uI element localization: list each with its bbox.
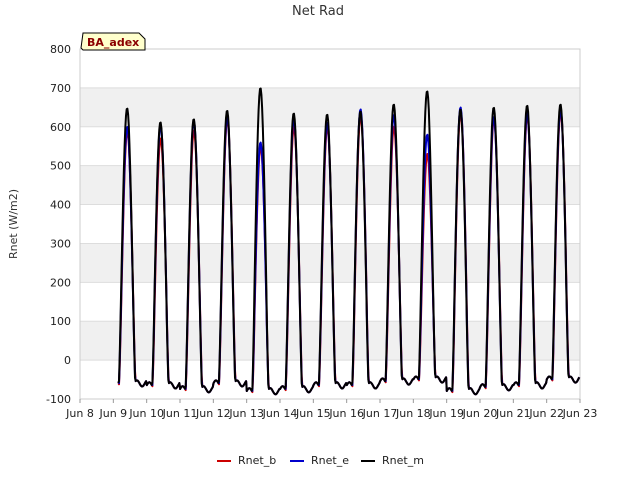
x-tick-label: Jun 21: [495, 407, 531, 420]
x-tick-label: Jun 19: [428, 407, 464, 420]
x-tick-label: Jun 13: [228, 407, 264, 420]
legend-label-rnet-m: Rnet_m: [382, 454, 424, 467]
x-tick-label: Jun 22: [528, 407, 564, 420]
y-tick-label: 500: [50, 160, 71, 173]
y-tick-label: 200: [50, 276, 71, 289]
x-tick-label: Jun 17: [362, 407, 398, 420]
dataset-badge: BA_adex: [80, 32, 146, 51]
legend-item-rnet-e: Rnet_e: [290, 454, 349, 467]
chart-title: Net Rad: [292, 4, 344, 19]
x-tick-label: Jun 9: [98, 407, 127, 420]
y-tick-label: 400: [50, 199, 71, 212]
x-tick-label: Jun 16: [328, 407, 364, 420]
x-tick-label: Jun 15: [295, 407, 331, 420]
y-tick-label: 800: [50, 43, 71, 56]
y-tick-label: 700: [50, 82, 71, 95]
legend-label-rnet-e: Rnet_e: [311, 454, 349, 467]
legend-item-rnet-m: Rnet_m: [361, 454, 424, 467]
y-tick-labels: -100 0 100 200 300 400 500 600 700 800: [46, 43, 71, 406]
x-tick-label: Jun 10: [128, 407, 164, 420]
y-tick-label: 0: [64, 354, 71, 367]
legend-item-rnet-b: Rnet_b: [217, 454, 276, 467]
x-tick-label: Jun 11: [162, 407, 198, 420]
y-tick-label: 100: [50, 315, 71, 328]
y-axis-label: Rnet (W/m2): [7, 189, 20, 259]
x-tick-label: Jun 20: [462, 407, 498, 420]
x-tick-label: Jun 14: [262, 407, 298, 420]
legend-label-rnet-b: Rnet_b: [238, 454, 276, 467]
net-rad-chart: -100 0 100 200 300 400 500 600 700 800 Jun 8 Jun 9…: [7, 4, 597, 467]
legend: Rnet_b Rnet_e Rnet_m: [217, 454, 424, 467]
badge-label: BA_adex: [87, 36, 139, 49]
y-tick-label: 600: [50, 121, 71, 134]
x-tick-label: Jun 12: [195, 407, 231, 420]
y-tick-label: -100: [46, 393, 71, 406]
x-tick-labels: Jun 8 Jun 9 Jun 10Jun 11Jun 12Jun 13Jun 14…: [65, 399, 597, 420]
y-tick-label: 300: [50, 237, 71, 250]
x-tick-label: Jun 18: [395, 407, 431, 420]
x-tick-label: Jun 23: [562, 407, 598, 420]
x-tick-label: Jun 8: [65, 407, 94, 420]
band: [80, 87, 580, 127]
